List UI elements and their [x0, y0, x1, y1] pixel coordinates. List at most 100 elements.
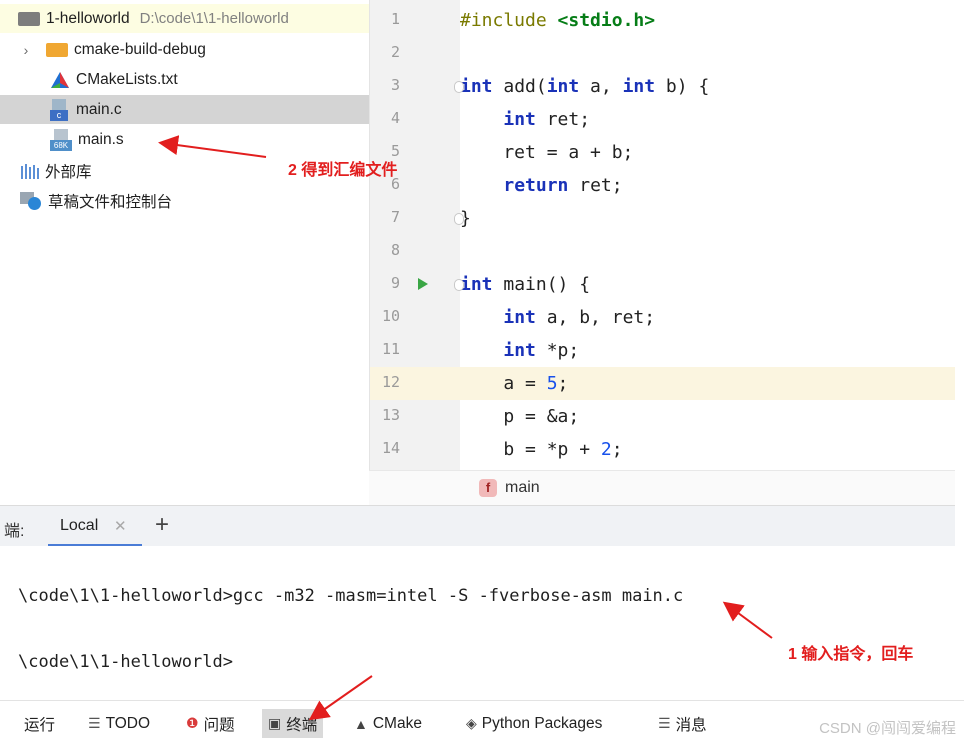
- gutter-row: 4: [370, 103, 461, 136]
- code-token: ;: [611, 439, 623, 460]
- line-number[interactable]: 11: [370, 340, 400, 358]
- annotation-asm-file: 2 得到汇编文件: [288, 162, 398, 179]
- tree-item-cmakelists[interactable]: CMakeLists.txt: [0, 65, 369, 94]
- asm-file-icon: 68K: [50, 128, 72, 151]
- code-token: *p;: [535, 340, 580, 361]
- terminal-line-prompt: \code\1\1-helloworld>: [18, 652, 233, 672]
- code-token: int: [503, 109, 536, 130]
- tab-local[interactable]: Local ✕: [48, 506, 142, 547]
- tool-label: 终端: [286, 716, 318, 734]
- terminal-icon: ▣: [268, 715, 282, 731]
- code-line[interactable]: }: [460, 202, 955, 235]
- gutter-row: 9: [370, 268, 461, 301]
- line-number[interactable]: 14: [370, 439, 400, 457]
- gutter-row: 7: [370, 202, 461, 235]
- gutter-row: 12: [370, 367, 461, 400]
- fold-marker-icon[interactable]: [454, 81, 464, 93]
- tool-python-packages-button[interactable]: ◈ Python Packages: [466, 709, 602, 738]
- tool-problems-button[interactable]: ❶ 问题: [186, 709, 235, 738]
- code-token: add(: [492, 76, 547, 97]
- code-line[interactable]: [460, 235, 955, 268]
- tool-label: 消息: [675, 716, 707, 734]
- gutter-row: 8: [370, 235, 461, 268]
- tree-root[interactable]: 1-helloworld D:\code\1\1-helloworld: [0, 4, 369, 33]
- code-line[interactable]: p = &a;: [460, 400, 955, 433]
- run-icon[interactable]: [418, 278, 428, 290]
- layers-icon: ◈: [466, 715, 477, 731]
- code-token: int: [546, 76, 580, 97]
- new-tab-plus-icon[interactable]: +: [155, 511, 169, 539]
- gutter-row: 2: [370, 37, 461, 70]
- code-line[interactable]: ret = a + b;: [460, 136, 955, 169]
- tool-label: 问题: [203, 716, 235, 734]
- line-number[interactable]: 10: [370, 307, 400, 325]
- tool-cmake-button[interactable]: ▲ CMake: [354, 709, 422, 738]
- breadcrumb-function-name[interactable]: main: [505, 479, 540, 497]
- code-token: b = *p +: [460, 439, 601, 460]
- code-line[interactable]: int main() {: [460, 268, 955, 301]
- code-line[interactable]: b = *p + 2;: [460, 433, 955, 466]
- line-number[interactable]: 9: [370, 274, 400, 292]
- line-number[interactable]: 8: [370, 241, 400, 259]
- code-token: ;: [557, 373, 569, 394]
- terminal-title: 端:: [4, 523, 25, 540]
- code-token: 5: [546, 373, 558, 394]
- code-line[interactable]: int add(int a, int b) {: [460, 70, 955, 103]
- terminal-line-command: \code\1\1-helloworld>gcc -m32 -masm=inte…: [18, 586, 684, 606]
- messages-icon: ☰: [658, 715, 671, 731]
- code-token: a,: [579, 76, 623, 97]
- tool-run-button[interactable]: 运行: [24, 709, 55, 738]
- list-icon: ☰: [88, 715, 101, 731]
- code-line[interactable]: #include <stdio.h>: [460, 4, 955, 37]
- editor-breadcrumb[interactable]: f main: [369, 470, 955, 505]
- tool-todo-button[interactable]: ☰ TODO: [88, 709, 150, 738]
- chevron-right-icon[interactable]: ›: [18, 42, 34, 58]
- fold-marker-icon[interactable]: [454, 213, 464, 225]
- code-token: main() {: [492, 274, 591, 295]
- tree-item-scratches[interactable]: 草稿文件和控制台: [0, 186, 369, 215]
- tool-terminal-button[interactable]: ▣ 终端: [262, 709, 324, 738]
- tree-item-label: main.c: [76, 100, 122, 118]
- code-line[interactable]: return ret;: [460, 169, 955, 202]
- code-token: <stdio.h>: [557, 10, 656, 31]
- code-line[interactable]: int a, b, ret;: [460, 301, 955, 334]
- terminal-output[interactable]: \code\1\1-helloworld>gcc -m32 -masm=inte…: [0, 546, 955, 700]
- gutter-row: 13: [370, 400, 461, 433]
- fold-marker-icon[interactable]: [454, 279, 464, 291]
- line-number[interactable]: 3: [370, 76, 400, 94]
- terminal-tab-bar: 端: Local ✕ +: [0, 505, 955, 547]
- code-line[interactable]: int ret;: [460, 103, 955, 136]
- tool-label: CMake: [372, 714, 422, 732]
- folder-icon: [18, 11, 40, 26]
- code-token: ret;: [535, 109, 591, 130]
- line-number[interactable]: 13: [370, 406, 400, 424]
- asm-file-icon-text: 68K: [50, 139, 72, 151]
- line-number[interactable]: 12: [370, 373, 400, 391]
- tree-item-label: CMakeLists.txt: [76, 70, 178, 88]
- code-token: int: [460, 76, 493, 97]
- code-line[interactable]: a = 5;: [460, 367, 955, 400]
- tree-item-label: 草稿文件和控制台: [48, 193, 173, 211]
- gutter-row: 10: [370, 301, 461, 334]
- line-number[interactable]: 7: [370, 208, 400, 226]
- c-file-icon: c: [50, 98, 70, 121]
- code-token: int: [503, 307, 536, 328]
- tree-item-cmake-build-debug[interactable]: › cmake-build-debug: [0, 35, 369, 64]
- tree-item-main-c[interactable]: c main.c: [0, 95, 369, 124]
- close-icon[interactable]: ✕: [114, 517, 127, 535]
- code-line[interactable]: int *p;: [460, 334, 955, 367]
- line-number[interactable]: 1: [370, 10, 400, 28]
- gutter-row: 3: [370, 70, 461, 103]
- code-line[interactable]: [460, 37, 955, 70]
- tool-messages-button[interactable]: ☰ 消息: [658, 709, 707, 738]
- line-number[interactable]: 4: [370, 109, 400, 127]
- line-number[interactable]: 2: [370, 43, 400, 61]
- code-editor[interactable]: #include <stdio.h> int add(int a, int b) …: [460, 0, 955, 470]
- tree-item-main-s[interactable]: 68K main.s: [0, 125, 369, 154]
- code-token: 2: [600, 439, 612, 460]
- gutter-row: 1: [370, 4, 461, 37]
- code-token: a =: [460, 373, 547, 394]
